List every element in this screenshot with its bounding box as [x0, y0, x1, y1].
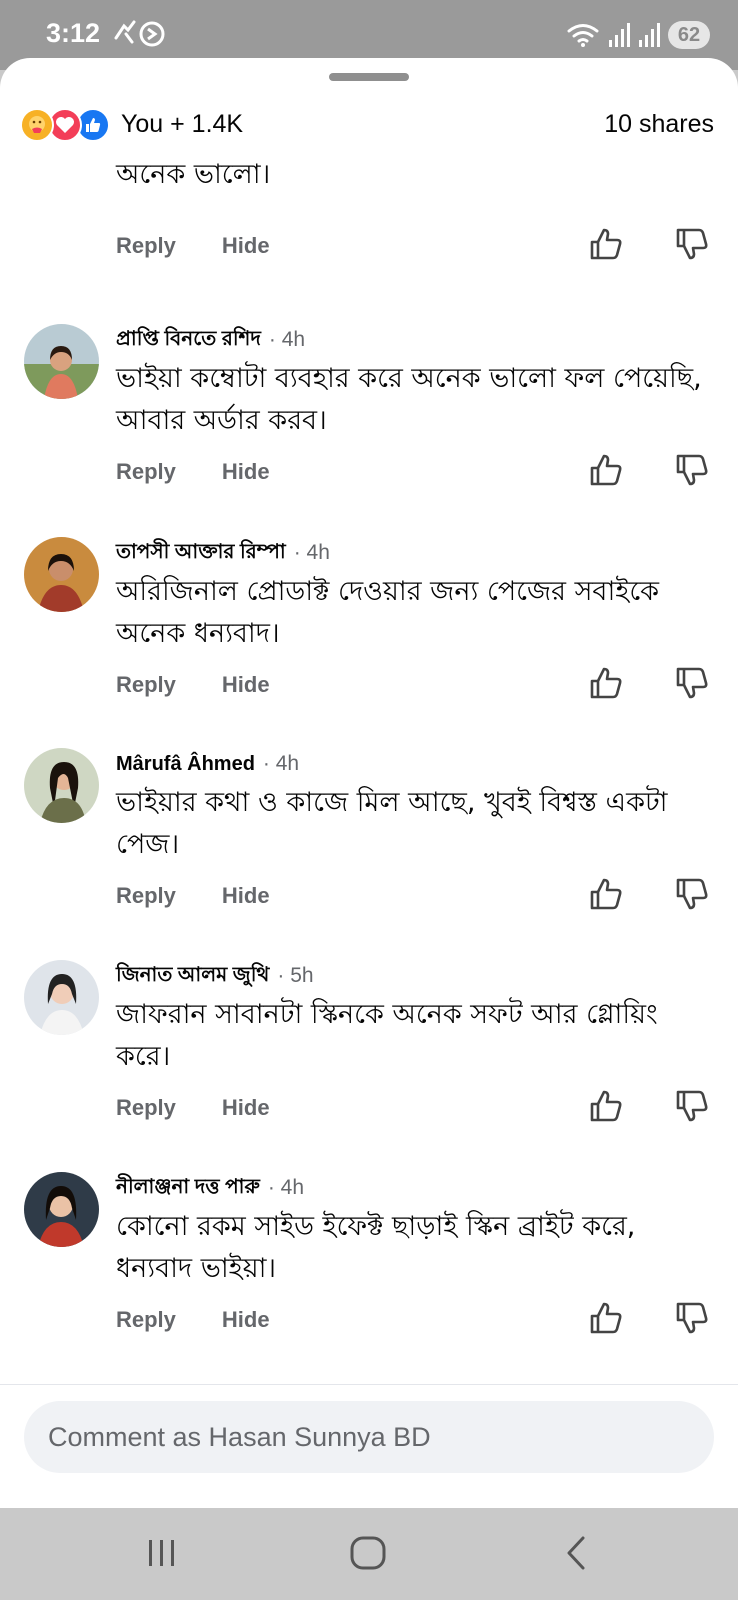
reply-button[interactable]: Reply: [116, 672, 176, 698]
comment-text: ভাইয়ার কথা ও কাজে মিল আছে, খুবই বিশ্বস্…: [116, 787, 668, 860]
like-button-icon[interactable]: [586, 1298, 626, 1338]
like-button-icon[interactable]: [586, 224, 626, 264]
comment-actions: Reply Hide: [116, 452, 270, 492]
comment-composer: Comment as Hasan Sunnya BD: [0, 1384, 738, 1508]
dislike-button-icon[interactable]: [672, 1086, 712, 1126]
comment-text: অরিজিনাল প্রোডাক্ট দেওয়ার জন্য পেজের সব…: [116, 576, 660, 649]
like-button-icon[interactable]: [586, 450, 626, 490]
comment-text: ভাইয়া কম্বোটা ব্যবহার করে অনেক ভালো ফল …: [116, 363, 702, 436]
comment-header: তাপসী আক্তার রিম্পা · 4h: [116, 537, 330, 569]
reply-button[interactable]: Reply: [116, 233, 176, 259]
status-right-icons: 62: [566, 18, 710, 52]
comment-header: জিনাত আলম জুথি · 5h: [116, 960, 314, 992]
avatar[interactable]: [24, 324, 99, 399]
comment-author[interactable]: Mârufâ Âhmed: [116, 753, 255, 776]
comment-actions: Reply Hide: [116, 1300, 270, 1340]
comment-time: · 4h: [267, 1176, 305, 1199]
like-button-icon[interactable]: [586, 1086, 626, 1126]
comment-actions: Reply Hide: [116, 876, 270, 916]
comment-item: তাপসী আক্তার রিম্পা · 4h অরিজিনাল প্রোডা…: [0, 537, 738, 749]
status-time: 3:12: [46, 18, 101, 48]
comment-item: জিনাত আলম জুথি · 5h জাফরান সাবানটা স্কিন…: [0, 960, 738, 1172]
dislike-button-icon[interactable]: [672, 874, 712, 914]
hide-button[interactable]: Hide: [222, 672, 270, 698]
comment-time: · 4h: [293, 541, 330, 564]
comment-author[interactable]: প্রাপ্তি বিনতে রশিদ: [116, 324, 261, 357]
back-icon: [567, 1536, 585, 1570]
comment-time: · 4h: [262, 752, 300, 775]
hide-button[interactable]: Hide: [222, 233, 270, 259]
reactions-summary[interactable]: You + 1.4K 10 shares: [0, 94, 738, 156]
navigation-bar: [0, 1508, 738, 1600]
dislike-button-icon[interactable]: [672, 1298, 712, 1338]
recent-apps-button[interactable]: [132, 1528, 192, 1578]
hide-button[interactable]: Hide: [222, 459, 270, 485]
signal-icon: [609, 23, 630, 47]
no-disturb-icon: [139, 21, 165, 47]
avatar[interactable]: [24, 960, 99, 1035]
comment-text: জাফরান সাবানটা স্কিনকে অনেক সফট আর গ্লোয…: [116, 999, 658, 1072]
dislike-button-icon[interactable]: [672, 450, 712, 490]
comment-actions: Reply Hide: [116, 665, 270, 705]
avatar[interactable]: [24, 748, 99, 823]
hide-button[interactable]: Hide: [222, 883, 270, 909]
battery-indicator: 62: [668, 21, 710, 49]
dislike-button-icon[interactable]: [672, 663, 712, 703]
reactions-count: You + 1.4K: [121, 110, 244, 138]
hide-button[interactable]: Hide: [222, 1307, 270, 1333]
like-button-icon[interactable]: [586, 663, 626, 703]
comments-list[interactable]: খুবই চমৎকার একটা কম্বো অফার। দাম অনুযায়…: [0, 126, 738, 1396]
comment-author[interactable]: জিনাত আলম জুথি: [116, 960, 269, 993]
comment-text: কোনো রকম সাইড ইফেক্ট ছাড়াই স্কিন ব্রাইট…: [116, 1211, 636, 1284]
comment-author[interactable]: নীলাঞ্জনা দত্ত পারু: [116, 1172, 260, 1205]
home-button[interactable]: [338, 1528, 398, 1578]
back-button[interactable]: [546, 1528, 606, 1578]
reply-button[interactable]: Reply: [116, 459, 176, 485]
comment-time: · 5h: [277, 964, 314, 987]
comment-actions: Reply Hide: [116, 1088, 270, 1128]
signal-icon: [639, 23, 660, 47]
shares-count[interactable]: 10 shares: [604, 110, 714, 139]
reply-button[interactable]: Reply: [116, 1095, 176, 1121]
call-icon: [114, 20, 136, 44]
comment-time: · 4h: [268, 328, 306, 351]
comment-author[interactable]: তাপসী আক্তার রিম্পা: [116, 537, 286, 570]
comment-item: প্রাপ্তি বিনতে রশিদ · 4h ভাইয়া কম্বোটা …: [0, 324, 738, 536]
status-left-icons: [114, 20, 165, 47]
comment-input[interactable]: Comment as Hasan Sunnya BD: [24, 1401, 714, 1473]
reply-button[interactable]: Reply: [116, 883, 176, 909]
comment-header: নীলাঞ্জনা দত্ত পারু · 4h: [116, 1172, 304, 1204]
like-button-icon[interactable]: [586, 874, 626, 914]
comment-item: নীলাঞ্জনা দত্ত পারু · 4h কোনো রকম সাইড ই…: [0, 1172, 738, 1384]
wifi-icon: [567, 24, 599, 47]
dislike-button-icon[interactable]: [672, 224, 712, 264]
drag-handle[interactable]: [329, 73, 409, 81]
comment-actions: Reply Hide: [116, 226, 270, 266]
avatar[interactable]: [24, 537, 99, 612]
comment-header: Mârufâ Âhmed · 4h: [116, 748, 299, 780]
care-icon: [20, 108, 54, 142]
comment-header: প্রাপ্তি বিনতে রশিদ · 4h: [116, 324, 305, 356]
hide-button[interactable]: Hide: [222, 1095, 270, 1121]
home-icon: [350, 1536, 386, 1570]
recent-apps-icon: [149, 1540, 174, 1566]
comments-sheet: You + 1.4K 10 shares খুবই চমৎকার একটা কম…: [0, 58, 738, 1508]
avatar[interactable]: [24, 1172, 99, 1247]
reaction-icons: [20, 108, 120, 142]
reply-button[interactable]: Reply: [116, 1307, 176, 1333]
comment-item: Mârufâ Âhmed · 4h ভাইয়ার কথা ও কাজে মিল…: [0, 748, 738, 960]
